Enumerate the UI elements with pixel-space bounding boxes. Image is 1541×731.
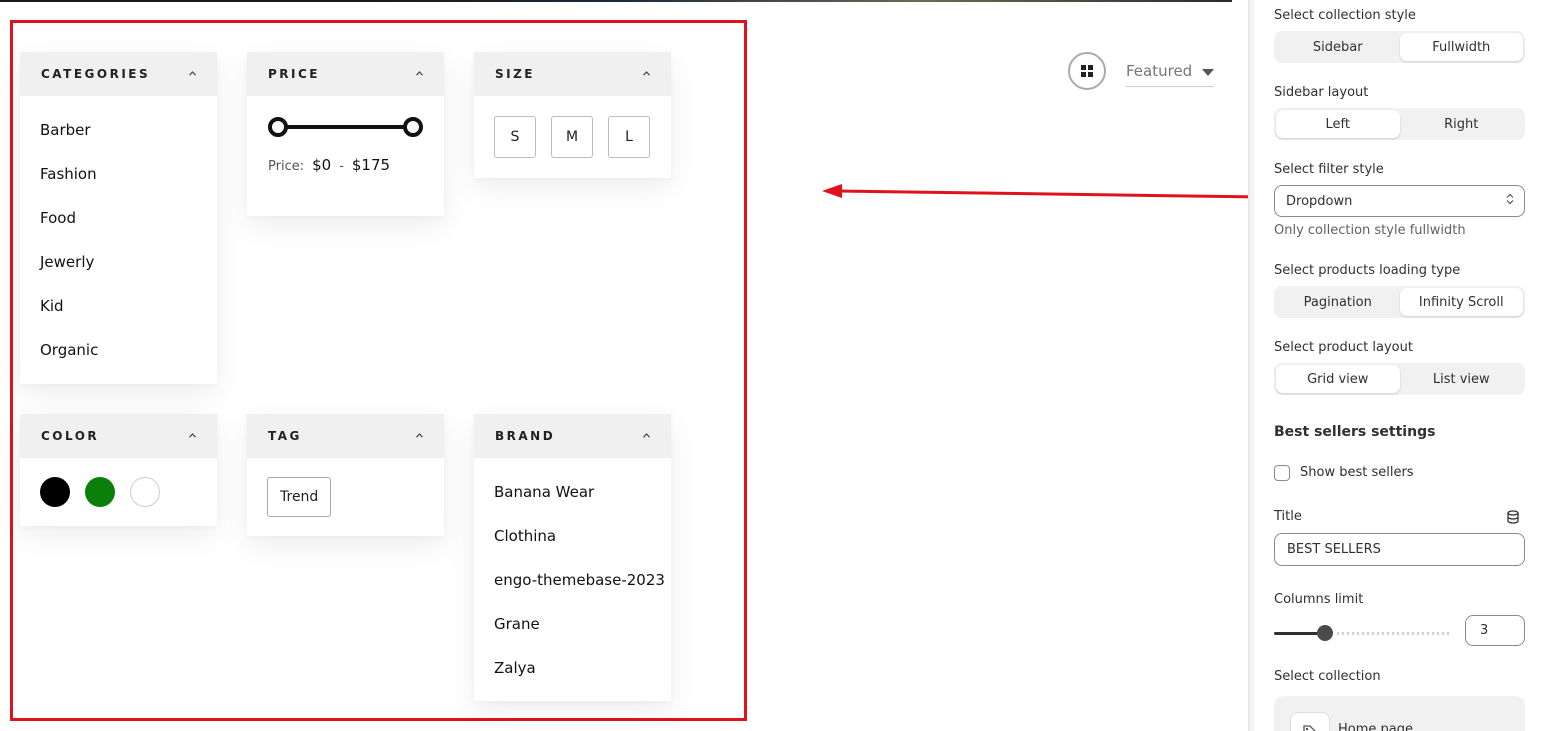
product-layout-toggle: Grid view List view — [1274, 363, 1525, 395]
filter-style-select[interactable]: Dropdown — [1274, 185, 1525, 217]
filter-title: BRAND — [495, 429, 556, 443]
color-swatch-black[interactable] — [40, 477, 70, 507]
price-range-slider[interactable] — [268, 117, 423, 137]
size-option-l[interactable]: L — [608, 116, 650, 158]
collection-style-fullwidth[interactable]: Fullwidth — [1399, 33, 1523, 61]
chevron-up-icon[interactable] — [643, 432, 650, 440]
slider-min-handle[interactable] — [268, 117, 288, 137]
columns-limit-input[interactable] — [1465, 615, 1525, 646]
chevron-up-icon[interactable] — [189, 432, 196, 440]
select-arrows-icon — [1506, 193, 1514, 209]
slider-track — [276, 125, 415, 129]
filter-panel-brand: BRAND Banana Wear Clothina engo-themebas… — [474, 414, 671, 701]
filter-style-value: Dropdown — [1286, 193, 1353, 209]
columns-limit-label: Columns limit — [1274, 592, 1364, 607]
filter-header-price[interactable]: PRICE — [247, 52, 444, 96]
loading-type-label: Select products loading type — [1274, 263, 1461, 278]
sidebar-layout-left[interactable]: Left — [1276, 110, 1400, 138]
brand-link[interactable]: Zalya — [494, 646, 651, 690]
hero-image-strip — [0, 0, 1232, 2]
category-link[interactable]: Jewerly — [40, 240, 197, 284]
price-separator: - — [339, 159, 344, 174]
category-link[interactable]: Barber — [40, 108, 197, 152]
filter-style-label: Select filter style — [1274, 162, 1384, 177]
color-swatch-white[interactable] — [130, 477, 160, 507]
best-sellers-heading: Best sellers settings — [1274, 424, 1436, 440]
chevron-up-icon[interactable] — [416, 432, 423, 440]
tag-icon — [1290, 712, 1330, 731]
filter-title: SIZE — [495, 67, 536, 81]
select-collection-label: Select collection — [1274, 669, 1381, 684]
price-max: $175 — [351, 156, 391, 174]
grid-icon — [1081, 62, 1093, 81]
filter-panel-size: SIZE S M L — [474, 52, 671, 178]
brand-link[interactable]: engo-themebase-2023 — [494, 558, 665, 602]
sort-dropdown[interactable]: Featured — [1126, 55, 1214, 87]
filter-header-tag[interactable]: TAG — [247, 414, 444, 458]
range-thumb[interactable] — [1317, 625, 1333, 641]
category-link[interactable]: Food — [40, 196, 197, 240]
chevron-up-icon[interactable] — [189, 70, 196, 78]
category-link[interactable]: Fashion — [40, 152, 197, 196]
loading-type-pagination[interactable]: Pagination — [1276, 288, 1400, 316]
columns-limit-slider[interactable] — [1274, 624, 1449, 642]
filter-title: TAG — [268, 429, 302, 443]
filter-panel-price: PRICE Price: $0 - $175 — [247, 52, 444, 216]
collection-style-sidebar[interactable]: Sidebar — [1276, 33, 1400, 61]
filter-title: COLOR — [41, 429, 100, 443]
filter-header-brand[interactable]: BRAND — [474, 414, 671, 458]
show-best-sellers-checkbox[interactable] — [1274, 465, 1290, 481]
price-min: $0 — [312, 156, 332, 174]
slider-max-handle[interactable] — [403, 117, 423, 137]
size-option-m[interactable]: M — [551, 116, 593, 158]
price-range-text: Price: $0 - $175 — [268, 156, 390, 174]
brand-link[interactable]: Banana Wear — [494, 470, 651, 514]
title-label: Title — [1274, 509, 1302, 524]
chevron-up-icon[interactable] — [643, 70, 650, 78]
sort-label: Featured — [1126, 61, 1193, 80]
collection-link[interactable]: Home page — [1338, 722, 1413, 731]
settings-panel: Select collection style Sidebar Fullwidt… — [1254, 0, 1541, 731]
show-best-sellers-label[interactable]: Show best sellers — [1300, 465, 1414, 480]
category-link[interactable]: Organic — [40, 328, 197, 372]
filter-header-size[interactable]: SIZE — [474, 52, 671, 96]
filter-panel-color: COLOR — [20, 414, 217, 526]
filter-title: PRICE — [268, 67, 321, 81]
brand-link[interactable]: Grane — [494, 602, 651, 646]
grid-view-button[interactable] — [1068, 52, 1106, 90]
price-label: Price: — [268, 159, 305, 174]
product-layout-grid[interactable]: Grid view — [1276, 365, 1400, 393]
database-icon[interactable] — [1506, 509, 1520, 528]
filter-style-help: Only collection style fullwidth — [1274, 223, 1466, 238]
brand-link[interactable]: Clothina — [494, 514, 651, 558]
sidebar-layout-right[interactable]: Right — [1400, 110, 1524, 138]
collection-card[interactable]: Home page — [1274, 696, 1525, 731]
range-track — [1337, 632, 1449, 635]
loading-type-infinity-scroll[interactable]: Infinity Scroll — [1399, 288, 1523, 316]
size-option-s[interactable]: S — [494, 116, 536, 158]
product-layout-label: Select product layout — [1274, 340, 1413, 355]
category-link[interactable]: Kid — [40, 284, 197, 328]
collection-style-toggle: Sidebar Fullwidth — [1274, 31, 1525, 63]
filter-title: CATEGORIES — [41, 67, 151, 81]
sidebar-layout-label: Sidebar layout — [1274, 85, 1369, 100]
chevron-up-icon[interactable] — [416, 70, 423, 78]
color-swatch-green[interactable] — [85, 477, 115, 507]
product-layout-list[interactable]: List view — [1400, 365, 1524, 393]
collection-style-label: Select collection style — [1274, 8, 1416, 23]
loading-type-toggle: Pagination Infinity Scroll — [1274, 286, 1525, 318]
sidebar-layout-toggle: Left Right — [1274, 108, 1525, 140]
annotation-arrow — [822, 184, 1263, 199]
filter-panel-categories: CATEGORIES Barber Fashion Food Jewerly K… — [20, 52, 217, 384]
filter-header-categories[interactable]: CATEGORIES — [20, 52, 217, 96]
filter-header-color[interactable]: COLOR — [20, 414, 217, 458]
tag-option[interactable]: Trend — [267, 477, 332, 517]
filter-panel-tag: TAG Trend — [247, 414, 444, 536]
title-input[interactable] — [1274, 533, 1525, 566]
caret-down-icon — [1202, 61, 1214, 80]
